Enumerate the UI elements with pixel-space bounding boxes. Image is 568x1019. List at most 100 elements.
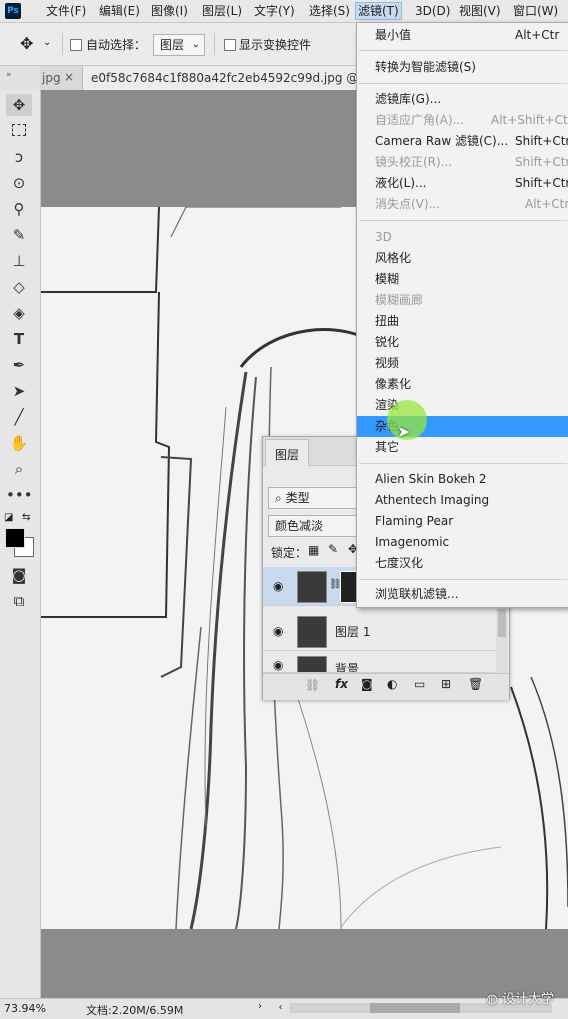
menu-edit[interactable]: 编辑(E)	[99, 3, 140, 19]
layer-thumbnail	[297, 571, 327, 603]
menu-bar: Ps 文件(F) 编辑(E) 图像(I) 图层(L) 文字(Y) 选择(S) 滤…	[0, 0, 568, 23]
layer-name[interactable]: 图层 1	[335, 623, 370, 640]
menu-item-adaptive-wide-angle[interactable]: 自适应广角(A)... Alt+Shift+Ctr	[357, 110, 568, 131]
lock-image-icon[interactable]: ✎	[328, 542, 338, 556]
add-mask-icon[interactable]: ◙	[361, 677, 373, 691]
wechat-icon: ◍	[486, 992, 502, 1007]
menu-file[interactable]: 文件(F)	[46, 3, 86, 19]
brush-tool-icon[interactable]: ✎	[6, 224, 32, 246]
menu-item-blur-gallery[interactable]: 模糊画廊	[357, 290, 568, 311]
menu-item-pixelate[interactable]: 像素化	[357, 374, 568, 395]
auto-select-target-value: 图层	[160, 38, 185, 52]
photoshop-logo: Ps	[5, 3, 21, 19]
layer-row[interactable]: ◉ 图层 1	[263, 612, 495, 651]
eyedropper-tool-icon[interactable]: ⚲	[6, 198, 32, 220]
tab-previous-label: jpg	[42, 71, 61, 85]
line-tool-icon[interactable]: ╱	[6, 406, 32, 428]
scroll-left-icon[interactable]: ‹	[274, 1000, 287, 1015]
foreground-color-swatch[interactable]	[5, 528, 25, 548]
menu-item-alien-skin[interactable]: Alien Skin Bokeh 2	[357, 469, 568, 490]
chevron-down-icon[interactable]: ⌄	[43, 37, 51, 48]
menu-item-imagenomic[interactable]: Imagenomic	[357, 532, 568, 553]
eraser-tool-icon[interactable]: ◇	[6, 276, 32, 298]
layers-footer: ⛓ fx ◙ ◐ ▭ ⊞ 🗑	[263, 673, 509, 700]
menu-item-other[interactable]: 其它	[357, 437, 568, 458]
pen-tool-icon[interactable]: ✒	[6, 354, 32, 376]
menu-item-distort[interactable]: 扭曲	[357, 311, 568, 332]
folder-icon[interactable]: ▭	[414, 677, 425, 691]
auto-select-checkbox[interactable]	[70, 39, 82, 51]
lock-transparent-icon[interactable]: ▦	[308, 543, 319, 557]
watermark-text: ◍ 设计大学	[487, 988, 555, 1007]
layer-kind-filter[interactable]: ⌕ 类型	[268, 487, 358, 509]
tab-previous-document[interactable]: jpg ×	[40, 66, 83, 90]
paint-bucket-tool-icon[interactable]: ◈	[6, 302, 32, 324]
menu-separator	[359, 220, 567, 221]
layer-name[interactable]: 背景	[335, 660, 359, 672]
menu-item-video[interactable]: 视频	[357, 353, 568, 374]
menu-item-last-filter[interactable]: 最小值 Alt+Ctr	[357, 25, 568, 46]
menu-type[interactable]: 文字(Y)	[254, 3, 295, 19]
move-tool-icon[interactable]: ✥	[6, 94, 32, 116]
blend-mode-dropdown[interactable]: 颜色减淡	[268, 515, 358, 537]
zoom-tool-icon[interactable]: ⌕	[6, 458, 32, 480]
menu-item-athentech[interactable]: Athentech Imaging	[357, 490, 568, 511]
path-select-tool-icon[interactable]: ➤	[6, 380, 32, 402]
lasso-tool-icon[interactable]: ↄ	[6, 146, 32, 168]
hand-tool-icon[interactable]: ✋	[6, 432, 32, 454]
scrollbar-thumb[interactable]	[498, 609, 506, 637]
swap-colors-icon[interactable]: ⇆	[22, 512, 30, 523]
auto-select-target-dropdown[interactable]: 图层 ⌄	[153, 34, 205, 56]
menu-item-browse-online[interactable]: 浏览联机滤镜...	[357, 584, 568, 605]
stamp-tool-icon[interactable]: ⊥	[6, 250, 32, 272]
trash-icon[interactable]: 🗑	[468, 677, 483, 691]
show-transform-checkbox[interactable]	[224, 39, 236, 51]
menu-item-lens-correction[interactable]: 镜头校正(R)... Shift+Ctr	[357, 152, 568, 173]
menu-item-qidu-hanhua[interactable]: 七度汉化	[357, 553, 568, 574]
quick-select-tool-icon[interactable]: ⊙	[6, 172, 32, 194]
zoom-level[interactable]: 73.94%	[4, 1002, 46, 1015]
document-info[interactable]: 文档:2.20M/6.59M	[86, 1002, 183, 1018]
default-colors-icon[interactable]: ◪	[4, 512, 13, 523]
menu-3d[interactable]: 3D(D)	[415, 3, 450, 19]
menu-item-convert-smart-filter[interactable]: 转换为智能滤镜(S)	[357, 57, 568, 78]
menu-item-blur[interactable]: 模糊	[357, 269, 568, 290]
menu-item-stylize[interactable]: 风格化	[357, 248, 568, 269]
fx-icon[interactable]: fx	[335, 677, 348, 691]
menu-item-filter-gallery[interactable]: 滤镜库(G)...	[357, 89, 568, 110]
menu-item-vanishing-point[interactable]: 消失点(V)... Alt+Ctr	[357, 194, 568, 215]
screen-mode-icon[interactable]: ⧉	[6, 590, 32, 612]
menu-view[interactable]: 视图(V)	[459, 3, 501, 19]
menu-item-sharpen[interactable]: 锐化	[357, 332, 568, 353]
menu-layer[interactable]: 图层(L)	[202, 3, 242, 19]
adjustment-layer-icon[interactable]: ◐	[387, 677, 397, 691]
menu-item-3d[interactable]: 3D	[357, 227, 568, 248]
close-icon[interactable]: ×	[64, 70, 74, 84]
more-tools-icon[interactable]: •••	[6, 484, 33, 506]
status-menu-arrow-icon[interactable]: ›	[258, 1001, 262, 1012]
scrollbar-thumb[interactable]	[370, 1003, 460, 1013]
marquee-tool-icon[interactable]	[6, 120, 32, 142]
menu-item-flaming-pear[interactable]: Flaming Pear	[357, 511, 568, 532]
visibility-eye-icon[interactable]: ◉	[273, 658, 283, 672]
collapse-arrows-icon[interactable]: »	[6, 70, 12, 80]
quick-mask-icon[interactable]: ◙	[6, 564, 32, 586]
visibility-eye-icon[interactable]: ◉	[273, 624, 283, 638]
menu-item-camera-raw[interactable]: Camera Raw 滤镜(C)... Shift+Ctr	[357, 131, 568, 152]
show-transform-label: 显示变换控件	[239, 38, 312, 52]
move-tool-icon[interactable]: ✥	[20, 34, 33, 53]
visibility-eye-icon[interactable]: ◉	[273, 579, 283, 593]
menu-item-liquify[interactable]: 液化(L)... Shift+Ctr	[357, 173, 568, 194]
menu-separator	[359, 50, 567, 51]
tab-layers-label: 图层	[275, 448, 300, 462]
menu-select[interactable]: 选择(S)	[309, 3, 350, 19]
menu-window[interactable]: 窗口(W)	[513, 3, 558, 19]
layers-scrollbar[interactable]	[496, 607, 508, 673]
menu-filter[interactable]: 滤镜(T)	[355, 2, 402, 20]
new-layer-icon[interactable]: ⊞	[441, 677, 451, 691]
menu-image[interactable]: 图像(I)	[151, 3, 188, 19]
tab-layers[interactable]: 图层	[265, 439, 309, 466]
link-layers-icon[interactable]: ⛓	[305, 678, 320, 692]
layer-row[interactable]: ◉ 背景	[263, 652, 495, 673]
type-tool-icon[interactable]: T	[6, 328, 32, 350]
